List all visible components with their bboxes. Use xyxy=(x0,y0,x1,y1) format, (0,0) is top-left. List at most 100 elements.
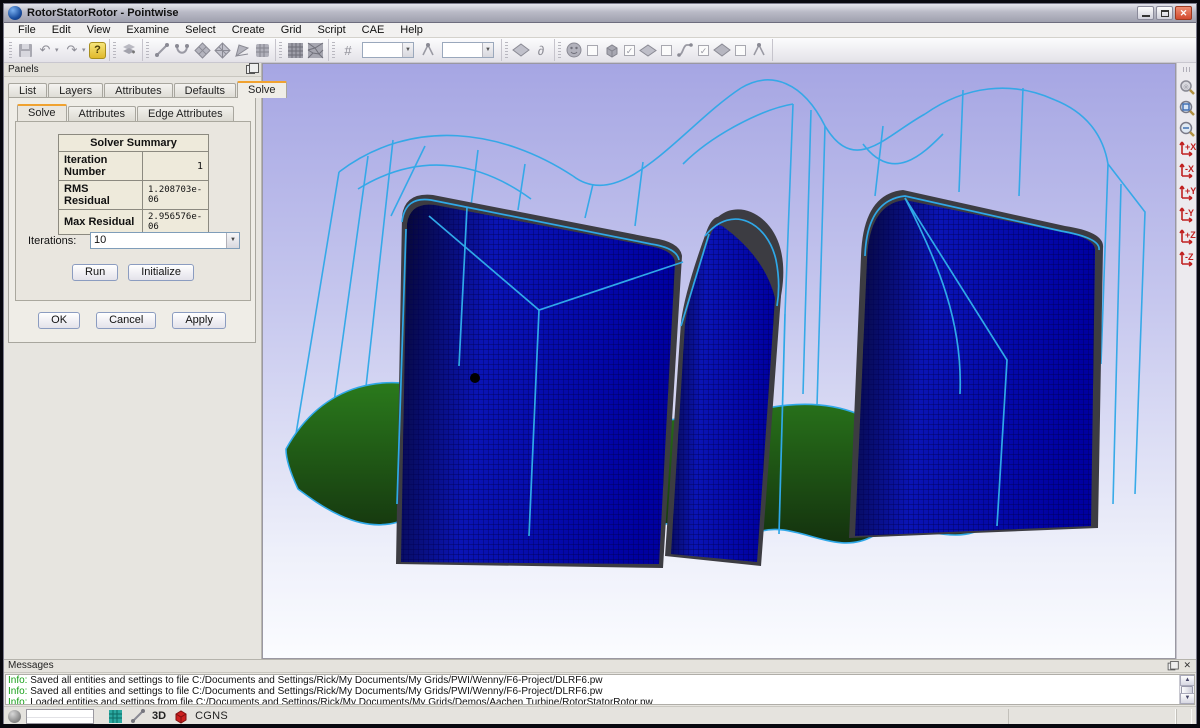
spacing-combo-arrow-icon[interactable]: ▼ xyxy=(482,43,493,57)
spacing-combobox[interactable]: ▼ xyxy=(442,42,494,58)
zoom-extents-icon[interactable] xyxy=(1178,97,1196,118)
tab-defaults[interactable]: Defaults xyxy=(174,83,236,98)
tab-list[interactable]: List xyxy=(8,83,47,98)
menu-file[interactable]: File xyxy=(10,24,44,36)
log-line: Info: Saved all entities and settings to… xyxy=(6,675,1194,686)
create-toolbar-group xyxy=(143,39,276,61)
redo-dropdown-icon[interactable]: ▾ xyxy=(82,46,89,54)
subtab-edge-attributes[interactable]: Edge Attributes xyxy=(137,106,234,121)
domain-icon[interactable] xyxy=(192,40,212,60)
svg-text:+X: +X xyxy=(1185,142,1196,152)
undo-icon[interactable]: ↶ xyxy=(35,40,55,60)
save-icon[interactable] xyxy=(15,40,35,60)
menu-edit[interactable]: Edit xyxy=(44,24,79,36)
dimension-hash-icon[interactable]: # xyxy=(338,40,358,60)
selected-point-marker xyxy=(470,373,480,383)
zoom-out-icon[interactable] xyxy=(1178,118,1196,139)
spacing-angle-icon[interactable] xyxy=(418,40,438,60)
mask-face-icon[interactable] xyxy=(564,40,584,60)
menu-script[interactable]: Script xyxy=(310,24,354,36)
redo-icon[interactable]: ↷ xyxy=(62,40,82,60)
mask-database-icon[interactable] xyxy=(712,40,732,60)
iterations-combobox[interactable]: 10 ▼ xyxy=(90,232,240,249)
view-minus-z-button[interactable]: -Z xyxy=(1178,249,1196,271)
menu-select[interactable]: Select xyxy=(177,24,224,36)
dialog-buttons-row: OK Cancel Apply xyxy=(9,312,255,329)
solve-tab-page: Solve Attributes Edge Attributes Solver … xyxy=(8,97,256,343)
restore-button[interactable] xyxy=(1156,6,1173,20)
mask-face-checkbox[interactable] xyxy=(587,45,598,56)
log-line: Info: Loaded entities and settings from … xyxy=(6,697,1194,705)
iterations-value: 10 xyxy=(94,234,106,246)
subtab-solve[interactable]: Solve xyxy=(17,104,67,121)
tab-layers[interactable]: Layers xyxy=(48,83,103,98)
status-cell xyxy=(1008,709,1176,724)
connector-icon[interactable] xyxy=(152,40,172,60)
scroll-down-icon[interactable]: ▼ xyxy=(1180,693,1195,704)
messages-float-icon[interactable] xyxy=(1168,663,1176,671)
menu-help[interactable]: Help xyxy=(392,24,431,36)
scroll-up-icon[interactable]: ▲ xyxy=(1180,675,1195,686)
run-button[interactable]: Run xyxy=(72,264,118,281)
tab-solve[interactable]: Solve xyxy=(237,81,287,98)
menu-create[interactable]: Create xyxy=(224,24,273,36)
mask-domain-checkbox[interactable] xyxy=(661,45,672,56)
extrude-fan-icon[interactable] xyxy=(232,40,252,60)
mask-domain-icon[interactable] xyxy=(638,40,658,60)
iterations-combo-arrow-icon[interactable]: ▼ xyxy=(226,233,239,248)
zoom-pointer-icon[interactable]: ◎ xyxy=(1178,76,1196,97)
unstructured-grid-icon[interactable] xyxy=(305,40,325,60)
panels-dock-title: Panels xyxy=(4,63,261,77)
block-icon[interactable] xyxy=(212,40,232,60)
view-plus-y-button[interactable]: +Y xyxy=(1178,183,1196,205)
structured-grid-icon[interactable] xyxy=(285,40,305,60)
mask-spacing-icon[interactable] xyxy=(749,40,769,60)
solve-subtab-page: Solver Summary Iteration Number 1 RMS Re… xyxy=(15,121,251,301)
layer-stack-icon[interactable] xyxy=(119,40,139,60)
subtab-attributes[interactable]: Attributes xyxy=(68,106,136,121)
dimension-combo-arrow-icon[interactable]: ▼ xyxy=(402,43,413,57)
messages-log[interactable]: Info: Saved all entities and settings to… xyxy=(5,674,1195,705)
view-plus-z-button[interactable]: +Z xyxy=(1178,227,1196,249)
undo-dropdown-icon[interactable]: ▾ xyxy=(55,46,62,54)
view-minus-y-button[interactable]: -Y xyxy=(1178,205,1196,227)
messages-scrollbar[interactable]: ▲ ▼ xyxy=(1179,675,1194,704)
tab-attributes[interactable]: Attributes xyxy=(104,83,172,98)
solve-toolbar-group: ∂ xyxy=(502,39,555,61)
menu-view[interactable]: View xyxy=(79,24,119,36)
partial-derivative-icon[interactable]: ∂ xyxy=(531,40,551,60)
mask-database-checkbox[interactable] xyxy=(735,45,746,56)
cancel-button[interactable]: Cancel xyxy=(96,312,156,329)
orient-icon[interactable] xyxy=(511,40,531,60)
minimize-button[interactable] xyxy=(1137,6,1154,20)
curve-icon[interactable] xyxy=(172,40,192,60)
dock-float-icon[interactable] xyxy=(246,65,255,74)
grid-entity-icon[interactable] xyxy=(252,40,272,60)
close-button[interactable]: ✕ xyxy=(1175,6,1192,20)
mask-connector-icon[interactable] xyxy=(675,40,695,60)
iteration-number-value: 1 xyxy=(143,152,209,181)
initialize-button[interactable]: Initialize xyxy=(128,264,194,281)
file-toolbar-group: ↶▾ ↷▾ ? xyxy=(6,39,110,61)
ok-button[interactable]: OK xyxy=(38,312,80,329)
menu-grid[interactable]: Grid xyxy=(273,24,310,36)
turbine-grid-scene xyxy=(263,64,1175,658)
panel-tabs: List Layers Attributes Defaults Solve xyxy=(8,81,288,98)
mask-block-checkbox[interactable]: ✓ xyxy=(624,45,635,56)
mask-connector-checkbox[interactable]: ✓ xyxy=(698,45,709,56)
viewport-3d[interactable] xyxy=(262,63,1176,659)
help-icon[interactable]: ? xyxy=(89,42,106,59)
dimension-combobox[interactable]: ▼ xyxy=(362,42,414,58)
apply-button[interactable]: Apply xyxy=(172,312,226,329)
menu-cae[interactable]: CAE xyxy=(354,24,393,36)
main-area: Panels List Layers Attributes Defaults S… xyxy=(4,63,1196,659)
messages-close-icon[interactable]: ✕ xyxy=(1183,660,1191,671)
view-minus-x-button[interactable]: -X xyxy=(1178,161,1196,183)
status-cell xyxy=(1176,709,1192,724)
svg-text:-X: -X xyxy=(1185,164,1194,174)
view-plus-x-button[interactable]: +X xyxy=(1178,139,1196,161)
menu-examine[interactable]: Examine xyxy=(118,24,177,36)
mask-block-icon[interactable] xyxy=(601,40,621,60)
pointwise-app-icon xyxy=(8,6,22,20)
toolbar-grip[interactable] xyxy=(1183,67,1191,72)
